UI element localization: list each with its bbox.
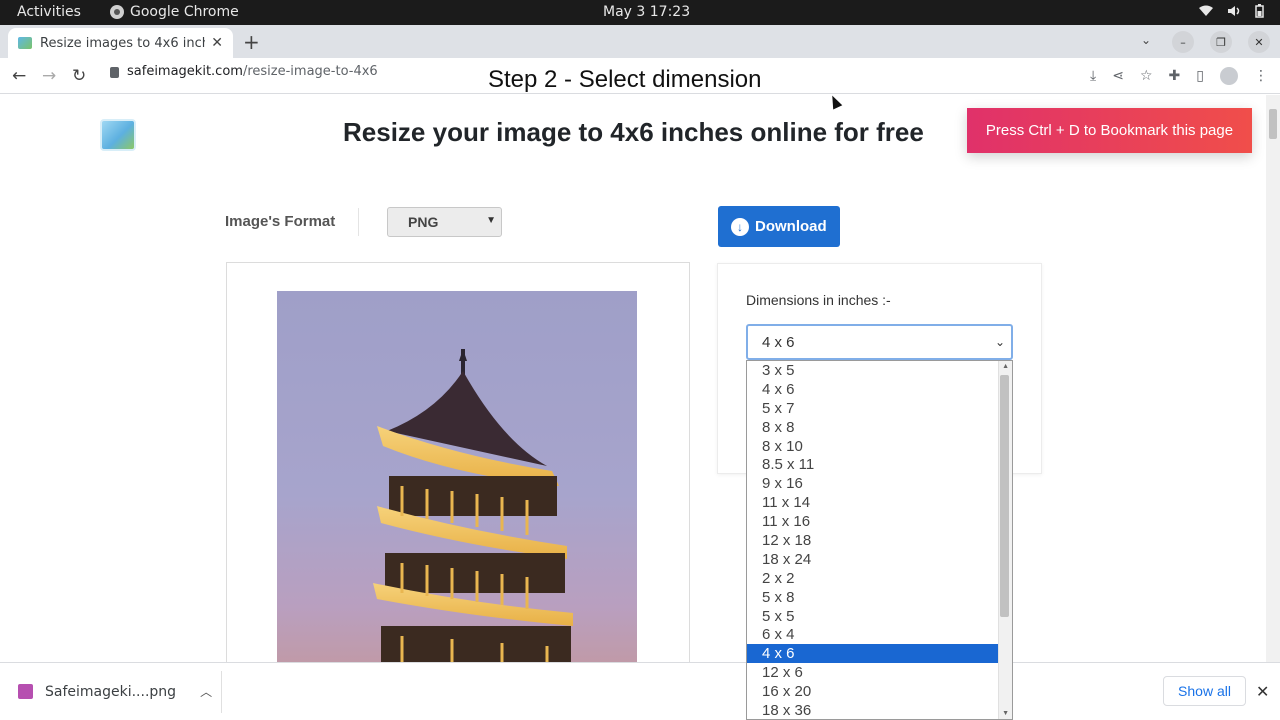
scroll-down-arrow-icon[interactable]: ▼ [1002,710,1009,717]
page-title: Resize your image to 4x6 inches online f… [343,117,924,147]
restore-icon[interactable]: ❐ [1210,31,1232,53]
site-favicon-icon [18,37,32,49]
download-button[interactable]: ↓ Download [718,206,840,247]
page-scrollbar[interactable] [1266,95,1280,663]
chevron-down-icon: ▼ [486,215,496,226]
dimensions-select[interactable]: 4 x 6 ⌄ [746,324,1013,360]
page-scrollbar-thumb[interactable] [1269,109,1277,139]
dimension-option[interactable]: 6 x 4 [747,625,999,644]
download-arrow-icon: ↓ [731,217,749,236]
site-logo-icon[interactable] [100,119,136,151]
close-window-icon[interactable]: ✕ [1248,31,1270,53]
tab-resize-images[interactable]: Resize images to 4x6 inch ✕ [8,28,233,58]
close-shelf-icon[interactable]: ✕ [1256,682,1269,701]
dimension-option[interactable]: 5 x 8 [747,588,999,607]
preview-image [277,291,637,663]
new-tab-plus-icon[interactable]: + [243,30,260,54]
dropdown-scrollbar-thumb[interactable] [1000,375,1009,617]
dimension-option[interactable]: 18 x 24 [747,550,999,569]
chrome-menu-icon[interactable]: ⋮ [1254,68,1268,84]
format-select-value: PNG [408,214,439,230]
profile-avatar-icon[interactable] [1220,67,1238,85]
system-tray[interactable] [1199,4,1264,18]
bookmark-banner: Press Ctrl + D to Bookmark this page [967,108,1252,153]
dimension-option[interactable]: 12 x 18 [747,531,999,550]
app-menu[interactable]: Google Chrome [110,4,239,20]
dimension-option[interactable]: 8.5 x 11 [747,455,999,474]
dropdown-scrollbar[interactable]: ▲ ▼ [998,361,1012,719]
dimension-option[interactable]: 3 x 5 [747,361,999,380]
address-bar[interactable]: safeimagekit.com/resize-image-to-4x6 [110,64,378,79]
dimension-option[interactable]: 8 x 10 [747,437,999,456]
shelf-divider [221,671,222,713]
forward-arrow-icon[interactable]: → [42,66,56,86]
wifi-icon [1199,5,1213,16]
download-button-label: Download [755,218,827,235]
dimension-option[interactable]: 8 x 8 [747,418,999,437]
format-label: Image's Format [225,213,336,230]
activities-button[interactable]: Activities [17,4,81,20]
install-app-icon[interactable]: ⤓ [1090,68,1096,84]
chevron-up-icon[interactable]: ︿ [200,683,212,700]
dimension-option[interactable]: 5 x 5 [747,607,999,626]
dimension-option[interactable]: 5 x 7 [747,399,999,418]
tab-title: Resize images to 4x6 inch [40,35,206,51]
reload-icon[interactable]: ↻ [72,66,86,86]
share-icon[interactable]: ⋖ [1112,68,1124,84]
downloaded-file-item[interactable]: Safeimageki....png ︿ [18,683,212,700]
battery-icon [1255,4,1264,18]
step-caption: Step 2 - Select dimension [488,66,762,93]
lock-icon [110,67,119,78]
pagoda-photo [373,349,573,663]
extensions-puzzle-icon[interactable]: ✚ [1169,68,1181,84]
volume-icon [1228,6,1240,16]
dimension-option[interactable]: 9 x 16 [747,474,999,493]
close-tab-icon[interactable]: ✕ [211,35,223,51]
dimension-option[interactable]: 2 x 2 [747,569,999,588]
chrome-icon [110,5,124,19]
tab-search-chevron-icon[interactable]: ⌄ [1141,33,1151,47]
downloaded-file-name: Safeimageki....png [45,683,177,700]
app-name: Google Chrome [130,4,239,20]
mouse-cursor-icon [827,93,843,110]
dimension-option[interactable]: 11 x 16 [747,512,999,531]
dimensions-dropdown-list[interactable]: 3 x 54 x 65 x 78 x 88 x 10 8.5 x 11 9 x 16… [746,360,1013,720]
system-top-bar: Activities Google Chrome May 3 17:23 [0,0,1280,25]
scroll-up-arrow-icon[interactable]: ▲ [1002,363,1009,370]
bookmark-star-icon[interactable]: ☆ [1140,68,1153,84]
dimension-option[interactable]: 4 x 6 [747,644,999,664]
format-divider [358,208,359,236]
url-host: safeimagekit.com [127,64,243,79]
image-file-icon [18,684,33,699]
dimension-option[interactable]: 4 x 6 [747,380,999,399]
url-path: /resize-image-to-4x6 [242,64,378,79]
toolbar-icons: ⤓ ⋖ ☆ ✚ ▯ ⋮ [1090,67,1268,85]
side-panel-icon[interactable]: ▯ [1196,68,1204,84]
dimensions-label: Dimensions in inches :- [746,292,891,308]
clock[interactable]: May 3 17:23 [603,4,690,20]
download-shelf: Safeimageki....png ︿ [0,662,1280,720]
chevron-down-icon: ⌄ [994,335,1005,349]
format-select[interactable]: PNG ▼ [387,207,502,237]
dimension-option[interactable]: 11 x 14 [747,493,999,512]
dimension-option[interactable]: 16 x 20 [747,682,999,701]
window-controls: – ❐ ✕ [1172,31,1270,53]
back-arrow-icon[interactable]: ← [12,66,26,86]
dimensions-select-value: 4 x 6 [762,333,795,351]
minimize-icon[interactable]: – [1172,31,1194,53]
dimension-option[interactable]: 18 x 36 [747,701,999,719]
show-all-button[interactable]: Show all [1163,676,1246,706]
dimension-option[interactable]: 12 x 6 [747,663,999,682]
tab-strip: Resize images to 4x6 inch ✕ + ⌄ – ❐ ✕ [0,25,1280,58]
